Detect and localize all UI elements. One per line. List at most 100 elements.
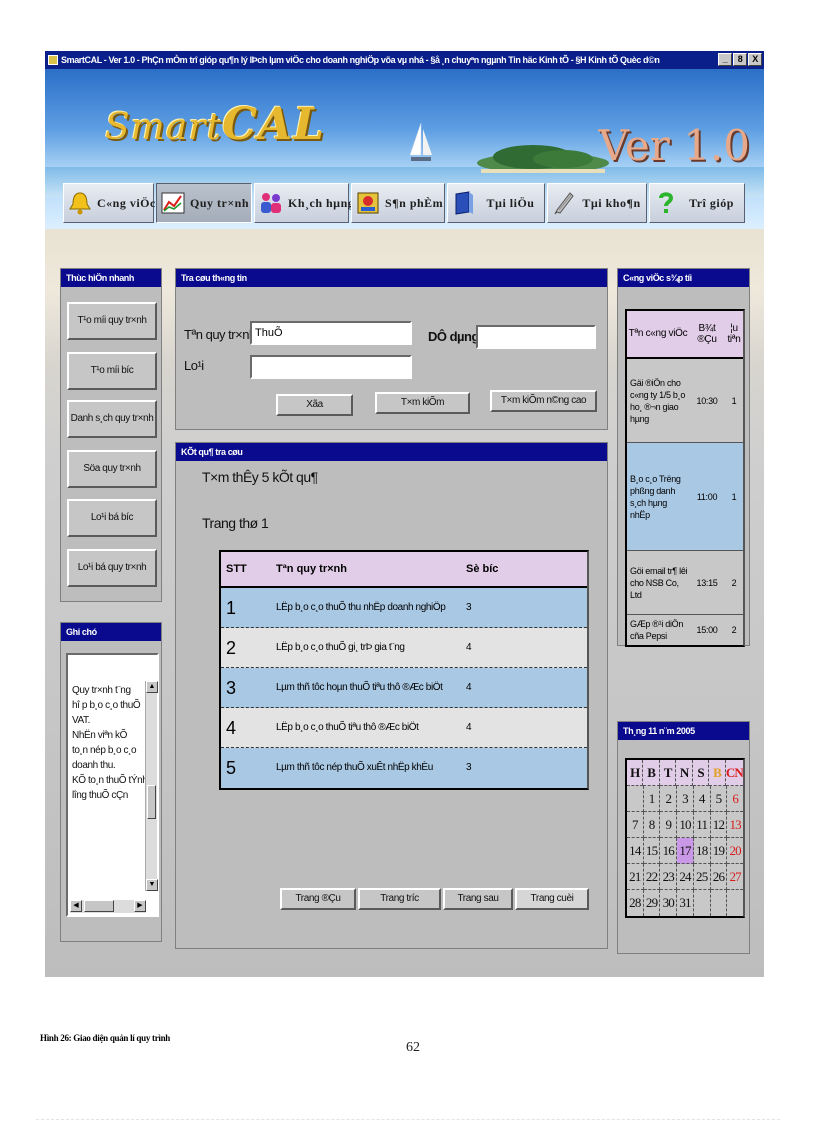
- calendar-day[interactable]: 12: [710, 812, 728, 838]
- calendar-day[interactable]: 7: [627, 812, 644, 838]
- hscroll-thumb[interactable]: [84, 900, 114, 912]
- table-row[interactable]: 5 Lµm thñ tôc nép thuÕ xuÊt nhËp khÈu 3: [221, 748, 587, 788]
- calendar-day[interactable]: 11: [693, 812, 711, 838]
- calendar-day[interactable]: 6: [727, 786, 744, 812]
- process-list-button[interactable]: Danh s¸ch quy tr×nh: [67, 400, 157, 438]
- column-header-stt: STT: [226, 563, 247, 575]
- calendar-header-row: H B T N S B CN: [627, 760, 744, 786]
- calendar-day[interactable]: 23: [660, 864, 678, 890]
- search-button[interactable]: T×m kiÕm: [375, 392, 470, 414]
- sailboat-icon: [409, 122, 432, 161]
- calendar-day[interactable]: 2: [660, 786, 678, 812]
- first-page-button[interactable]: Trang ®Çu: [280, 888, 356, 910]
- row-stt: 1: [226, 598, 236, 618]
- calendar-day[interactable]: 24: [677, 864, 694, 890]
- calendar-day[interactable]: 13: [727, 812, 744, 838]
- next-page-button[interactable]: Trang sau: [443, 888, 513, 910]
- calendar-day[interactable]: 18: [693, 838, 711, 864]
- scroll-down-icon[interactable]: ▼: [146, 879, 158, 891]
- table-row[interactable]: 1 LËp b¸o c¸o thuÕ thu nhËp doanh nghiÖp…: [221, 588, 587, 628]
- calendar-day[interactable]: 20: [727, 838, 744, 864]
- calendar-day[interactable]: 16: [660, 838, 678, 864]
- remove-step-button[interactable]: Lo¹i bá b­íc: [67, 499, 157, 537]
- scroll-up-icon[interactable]: ▲: [146, 681, 158, 693]
- calendar-day[interactable]: 10: [677, 812, 694, 838]
- toolbar-button-accounts[interactable]: Tµi kho¶n: [547, 183, 647, 223]
- list-item[interactable]: Göi email tr¶ lêi cho NSB Co, Ltd 13:15 …: [627, 551, 743, 615]
- calendar-day[interactable]: 22: [643, 864, 661, 890]
- calendar-day[interactable]: 25: [693, 864, 711, 890]
- calendar-day[interactable]: 17: [677, 838, 694, 864]
- calendar-panel: Th¸ng 11 n¨m 2005 H B T N S B CN 1234567…: [617, 721, 750, 954]
- list-item[interactable]: Gäi ®iÖn cho c«ng ty 1/5 b¸o ho¸ ®¬n gia…: [627, 359, 743, 443]
- notes-vertical-scrollbar[interactable]: ▲ ▼: [145, 681, 158, 891]
- calendar-day[interactable]: 26: [710, 864, 728, 890]
- calendar-day[interactable]: 31: [677, 890, 694, 916]
- calendar-day[interactable]: 8: [643, 812, 661, 838]
- new-process-button[interactable]: T¹o míi quy tr×nh: [67, 302, 157, 340]
- calendar-day[interactable]: 14: [627, 838, 644, 864]
- toolbar-button-help[interactable]: Trî gióp: [649, 183, 745, 223]
- close-button[interactable]: X: [748, 53, 762, 66]
- column-header-start: B¾t ®Çu: [697, 323, 717, 345]
- quick-actions-panel: Thùc hiÖn nhanh T¹o míi quy tr×nh T¹o mí…: [60, 268, 162, 602]
- previous-page-button[interactable]: Trang tr­íc: [358, 888, 441, 910]
- calendar-day[interactable]: 3: [677, 786, 694, 812]
- window-title: SmartCAL - Ver 1.0 - PhÇn mÒm trî gióp q…: [61, 55, 660, 65]
- calendar-day[interactable]: 9: [660, 812, 678, 838]
- calendar-day[interactable]: 1: [643, 786, 661, 812]
- toolbar-button-documents[interactable]: Tµi liÖu: [447, 183, 545, 223]
- list-item[interactable]: GÆp ®¹i diÖn cña Pepsi 15:00 2: [627, 615, 743, 645]
- calendar-day[interactable]: 15: [643, 838, 661, 864]
- toolbar-button-customers[interactable]: Kh¸ch hµng: [254, 183, 354, 223]
- calendar-empty-cell: [627, 786, 644, 812]
- calendar-day[interactable]: 21: [627, 864, 644, 890]
- document-page: SmartCAL - Ver 1.0 - PhÇn mÒm trî gióp q…: [0, 0, 816, 1123]
- toolbar-button-products[interactable]: S¶n phÈm: [351, 183, 445, 223]
- task-priority: 1: [731, 395, 737, 406]
- calendar-day[interactable]: 19: [710, 838, 728, 864]
- scroll-left-icon[interactable]: ◀: [70, 900, 82, 912]
- table-row[interactable]: 4 LËp b¸o c¸o thuÕ tiªu thô ®Æc biÖt 4: [221, 708, 587, 748]
- type-input[interactable]: [250, 355, 412, 379]
- calendar-day[interactable]: 27: [727, 864, 744, 890]
- maximize-button[interactable]: 8: [733, 53, 747, 66]
- weekday-header: B: [643, 760, 660, 786]
- calendar-day[interactable]: 5: [710, 786, 728, 812]
- calendar-day[interactable]: 4: [693, 786, 711, 812]
- question-icon: [659, 192, 674, 213]
- process-name-label: Tªn quy tr×nh: [184, 327, 256, 342]
- notes-horizontal-scrollbar[interactable]: ◀ ▶: [70, 900, 146, 913]
- column-header-task: Tªn c«ng viÖc: [628, 328, 688, 339]
- new-step-button[interactable]: T¹o míi b­íc: [67, 352, 157, 390]
- table-row[interactable]: 3 Lµm thñ tôc hoµn thuÕ tiªu thô ®Æc biÖ…: [221, 668, 587, 708]
- bell-icon: [69, 192, 91, 215]
- calendar-day[interactable]: 28: [627, 890, 644, 916]
- remove-process-button[interactable]: Lo¹i bá quy tr×nh: [67, 549, 157, 587]
- table-row[interactable]: 2 LËp b¸o c¸o thuÕ gi¸ trÞ gia t¨ng 4: [221, 628, 587, 668]
- edit-process-button[interactable]: Söa quy tr×nh: [67, 450, 157, 488]
- scroll-right-icon[interactable]: ▶: [134, 900, 146, 912]
- calendar-title: Th¸ng 11 n¨m 2005: [618, 722, 749, 740]
- app-logo: SmartCAL: [105, 99, 326, 150]
- calendar-day[interactable]: 30: [660, 890, 678, 916]
- last-page-button[interactable]: Trang cuèi: [515, 888, 589, 910]
- toolbar-button-processes[interactable]: Quy tr×nh: [156, 183, 252, 223]
- weekday-header: CN: [725, 760, 744, 786]
- title-bar: SmartCAL - Ver 1.0 - PhÇn mÒm trî gióp q…: [45, 51, 764, 69]
- scroll-thumb[interactable]: [147, 785, 156, 819]
- list-item[interactable]: B¸o c¸o Tr­ëng phßng danh s¸ch hµng nhËp…: [627, 443, 743, 551]
- advanced-search-button[interactable]: T×m kiÕm n©ng cao: [490, 390, 597, 412]
- notes-textarea[interactable]: Quy tr×nh t¨ng hî p b¸o c¸o thuÕ VAT. Nh…: [66, 653, 159, 917]
- date-input[interactable]: [476, 325, 596, 349]
- process-name-input[interactable]: ThuÕ: [250, 321, 412, 345]
- minimize-button[interactable]: _: [718, 53, 732, 66]
- chart-icon: [161, 192, 185, 214]
- product-icon: [357, 192, 379, 214]
- calendar-week-row: 123456: [627, 786, 744, 812]
- clear-button[interactable]: Xãa: [276, 394, 353, 416]
- calendar-day[interactable]: 29: [643, 890, 661, 916]
- toolbar-button-tasks[interactable]: C«ng viÖc: [63, 183, 155, 223]
- task-start: 10:30: [696, 395, 718, 406]
- row-name: Lµm thñ tôc nép thuÕ xuÊt nhËp khÈu: [276, 762, 433, 773]
